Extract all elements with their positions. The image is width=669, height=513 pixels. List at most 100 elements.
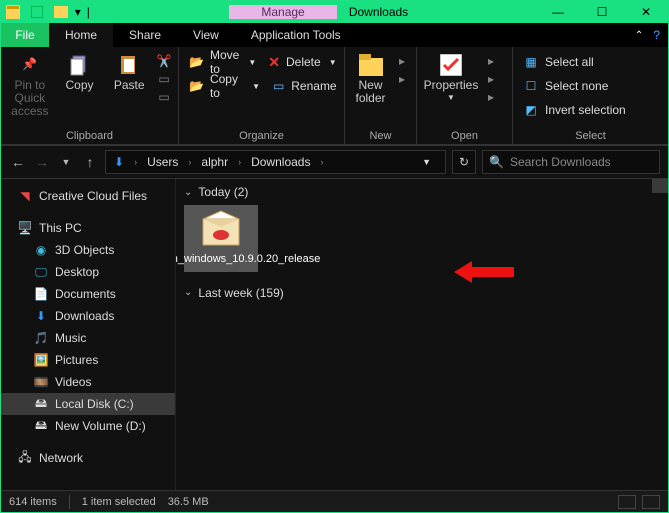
breadcrumb-dropdown-icon[interactable]: ▼ [418,157,435,167]
select-none-button[interactable]: ☐ Select none [519,75,630,97]
file-label: expressvpn_windows_10.9.0.20_release [176,253,320,266]
nav-forward-button[interactable]: → [33,154,51,170]
explorer-window: ▾ | Manage Downloads — ☐ ✕ File Home Sha… [0,0,669,513]
status-size: 36.5 MB [168,496,209,508]
copy-icon [68,53,92,77]
qat-save-icon[interactable] [29,4,45,20]
down-arrow-icon: ⬇ [110,155,128,169]
tab-share[interactable]: Share [113,23,177,47]
installer-icon [199,209,243,249]
network-icon: 🖧 [17,450,33,466]
window-title: Downloads [337,5,536,19]
cut-icon[interactable]: ✂️ [156,53,172,69]
app-icon [5,4,21,20]
objects3d-icon: ◉ [33,242,49,258]
scrollbar-up-button[interactable] [652,179,668,193]
sidebar-item-new-volume-d[interactable]: 🖴 New Volume (D:) [1,415,175,437]
new-folder-button[interactable]: New folder [351,51,390,105]
select-none-icon: ☐ [523,78,539,94]
group-header-today[interactable]: ⌄ Today (2) [176,179,668,205]
documents-icon: 📄 [33,286,49,302]
group-new-label: New [351,128,410,142]
group-header-last-week[interactable]: ⌄ Last week (159) [176,280,668,306]
breadcrumb-users[interactable]: Users [143,155,182,169]
sidebar-item-network[interactable]: 🖧 Network [1,447,175,469]
paste-icon [117,53,141,77]
chevron-right-icon: › [184,157,195,167]
chevron-down-icon: ⌄ [184,187,192,198]
tab-application-tools[interactable]: Application Tools [235,23,357,47]
qat-folder-icon[interactable] [53,4,69,20]
copy-button[interactable]: Copy [57,51,103,92]
refresh-button[interactable]: ↻ [452,150,476,174]
select-all-button[interactable]: ▦ Select all [519,51,630,73]
group-clipboard-label: Clipboard [7,128,172,142]
copy-to-button[interactable]: 📂 Copy to▼ ▭ Rename [185,75,341,97]
sidebar-item-3d-objects[interactable]: ◉ 3D Objects [1,239,175,261]
search-box[interactable]: 🔍 Search Downloads [482,150,660,174]
navigation-bar: ← → ▼ ↑ ⬇ › Users › alphr › Downloads › … [1,145,668,179]
sidebar-item-desktop[interactable]: 🖵 Desktop [1,261,175,283]
qat-dropdown-icon[interactable]: ▾ [73,5,83,19]
title-bar: ▾ | Manage Downloads — ☐ ✕ [1,1,668,23]
navigation-pane[interactable]: ◥ Creative Cloud Files 🖥️ This PC ◉ 3D O… [1,179,176,490]
drive-icon: 🖴 [33,418,49,434]
history-icon[interactable]: ▸ [483,89,499,105]
chevron-right-icon: › [316,157,327,167]
ribbon: 📌 Pin to Quick access Copy Paste ✂️ [1,47,668,145]
breadcrumb-user[interactable]: alphr [197,155,232,169]
maximize-button[interactable]: ☐ [580,1,624,23]
sidebar-item-pictures[interactable]: 🖼️ Pictures [1,349,175,371]
chevron-right-icon: › [234,157,245,167]
tab-view[interactable]: View [177,23,235,47]
group-select-label: Select [519,128,662,142]
invert-selection-button[interactable]: ◩ Invert selection [519,99,630,121]
pin-to-quick-access-button[interactable]: 📌 Pin to Quick access [7,51,53,119]
videos-icon: 🎞️ [33,374,49,390]
nav-recent-button[interactable]: ▼ [57,157,75,167]
paste-shortcut-icon[interactable]: ▭ [156,89,172,105]
minimize-button[interactable]: — [536,1,580,23]
tab-file[interactable]: File [1,23,49,47]
content-pane[interactable]: ⌄ Today (2) expressvpn_windows_10.9.0.20… [176,179,668,490]
sidebar-item-music[interactable]: 🎵 Music [1,327,175,349]
group-open-label: Open [423,128,506,142]
nav-back-button[interactable]: ← [9,154,27,170]
open-icon[interactable]: ▸ [483,53,499,69]
help-icon[interactable]: ? [653,28,660,42]
sidebar-item-local-disk-c[interactable]: 🖴 Local Disk (C:) [1,393,175,415]
sidebar-item-this-pc[interactable]: 🖥️ This PC [1,217,175,239]
breadcrumb-folder[interactable]: Downloads [247,155,314,169]
cloud-icon: ◥ [17,188,33,204]
nav-up-button[interactable]: ↑ [81,154,99,170]
status-item-count: 614 items [9,496,57,508]
sidebar-item-documents[interactable]: 📄 Documents [1,283,175,305]
new-folder-icon [359,53,383,77]
chevron-right-icon: › [130,157,141,167]
breadcrumb[interactable]: ⬇ › Users › alphr › Downloads › ▼ [105,150,446,174]
sidebar-item-creative-cloud[interactable]: ◥ Creative Cloud Files [1,185,175,207]
properties-button[interactable]: Properties ▼ [423,51,479,103]
new-item-icon[interactable]: ▸ [394,53,410,69]
copy-path-icon[interactable]: ▭ [156,71,172,87]
easy-access-icon[interactable]: ▸ [394,71,410,87]
sidebar-item-videos[interactable]: 🎞️ Videos [1,371,175,393]
context-tab-manage[interactable]: Manage [229,5,337,19]
select-all-icon: ▦ [523,54,539,70]
move-to-button[interactable]: 📂 Move to▼ ✕ Delete▼ [185,51,341,73]
view-details-button[interactable] [618,495,636,509]
rename-button[interactable]: Rename [291,79,336,93]
file-item-expressvpn[interactable]: expressvpn_windows_10.9.0.20_release [184,205,258,272]
ribbon-collapse-icon[interactable]: ⌃ [635,30,643,41]
rename-icon: ▭ [272,78,285,94]
downloads-icon: ⬇ [33,308,49,324]
view-large-icons-button[interactable] [642,495,660,509]
paste-button[interactable]: Paste [106,51,152,92]
close-button[interactable]: ✕ [624,1,668,23]
search-placeholder: Search Downloads [510,155,611,169]
sidebar-item-downloads[interactable]: ⬇ Downloads [1,305,175,327]
tab-home[interactable]: Home [49,23,113,47]
edit-icon[interactable]: ▸ [483,71,499,87]
properties-icon [439,53,463,77]
delete-button[interactable]: Delete [286,55,321,69]
